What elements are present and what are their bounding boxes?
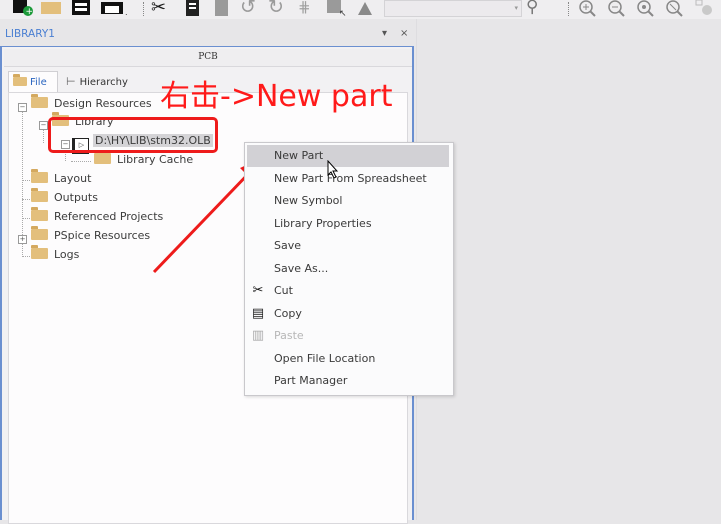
menu-item-paste[interactable]: ▥ Paste — [247, 325, 449, 347]
menu-item-library-properties[interactable]: Library Properties — [247, 213, 449, 235]
menu-item-new-part-from-spreadsheet[interactable]: New Part From Spreadsheet — [247, 168, 449, 190]
menu-item-label: Copy — [274, 307, 302, 320]
cut-icon: ✂ — [252, 283, 264, 298]
menu-item-save[interactable]: Save — [247, 235, 449, 257]
menu-item-part-manager[interactable]: Part Manager — [247, 370, 449, 392]
menu-item-label: Save — [274, 239, 302, 252]
menu-item-new-part[interactable]: New Part — [247, 145, 449, 167]
context-menu: New Part New Part From Spreadsheet New S… — [244, 142, 454, 396]
menu-item-label: Part Manager — [274, 374, 348, 387]
copy-icon: ▤ — [251, 306, 265, 321]
menu-item-new-symbol[interactable]: New Symbol — [247, 190, 449, 212]
menu-item-label: Open File Location — [274, 352, 376, 365]
menu-item-label: New Part From Spreadsheet — [274, 172, 427, 185]
menu-item-label: Save As... — [274, 262, 329, 275]
menu-item-label: New Symbol — [274, 194, 343, 207]
menu-item-label: New Part — [274, 149, 324, 162]
arrow-shaft — [152, 168, 254, 274]
menu-item-open-file-location[interactable]: Open File Location — [247, 348, 449, 370]
menu-item-label: Library Properties — [274, 217, 372, 230]
menu-item-cut[interactable]: ✂ Cut — [247, 280, 449, 302]
menu-item-label: Cut — [274, 284, 293, 297]
mouse-cursor-icon — [327, 160, 339, 179]
menu-item-save-as[interactable]: Save As... — [247, 258, 449, 280]
menu-item-label: Paste — [274, 329, 304, 342]
paste-icon: ▥ — [251, 328, 265, 343]
menu-item-copy[interactable]: ▤ Copy — [247, 303, 449, 325]
